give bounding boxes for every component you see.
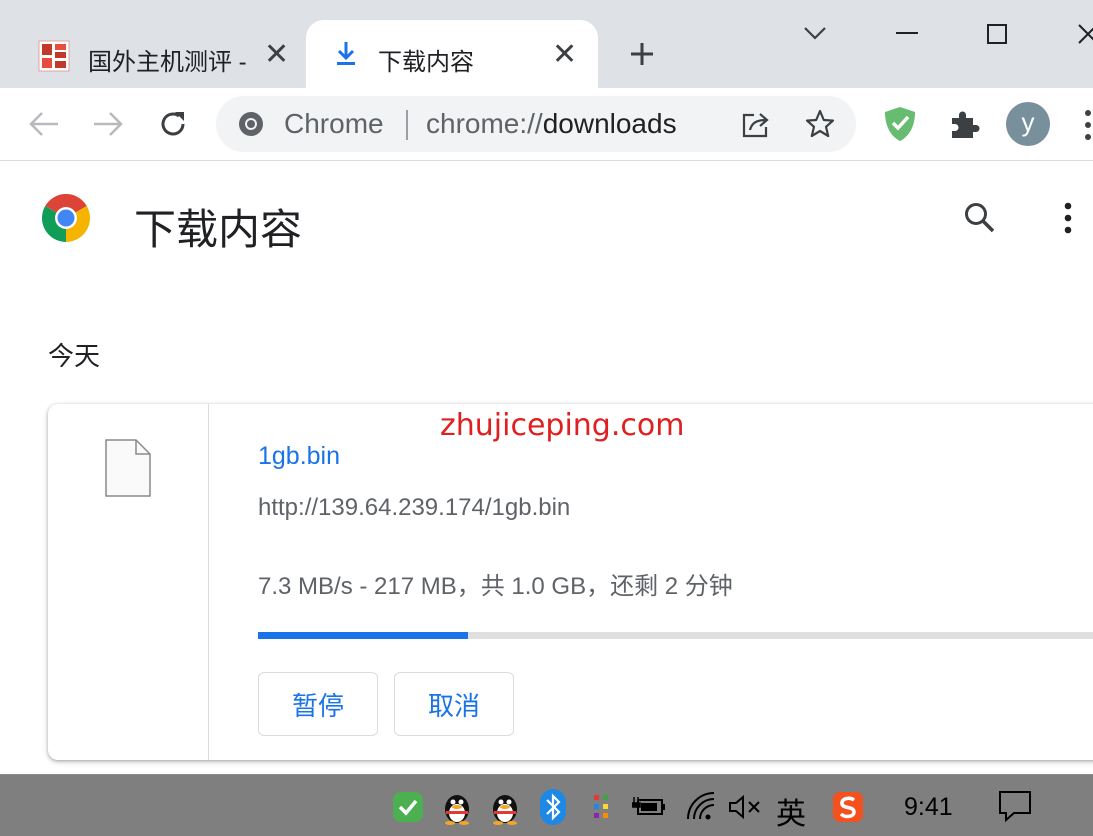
card-divider xyxy=(208,404,209,760)
system-taskbar: 英 9:41 xyxy=(0,774,1093,836)
bluetooth-tray-icon[interactable] xyxy=(540,789,566,825)
site-favicon-icon xyxy=(38,40,70,72)
search-downloads-icon[interactable] xyxy=(962,200,996,234)
tab-title: 下载内容 xyxy=(378,49,474,76)
tab-strip: 国外主机测评 - ✕ 下载内容 ✕ xyxy=(0,0,1093,88)
download-filename-link[interactable]: 1gb.bin xyxy=(258,442,340,471)
address-bar[interactable]: Chrome chrome://downloads xyxy=(216,96,856,152)
chrome-logo-icon xyxy=(238,111,264,137)
section-label-today: 今天 xyxy=(48,341,101,371)
wifi-tray-icon[interactable] xyxy=(684,791,718,823)
avatar-initial: y xyxy=(1021,106,1035,137)
share-icon[interactable] xyxy=(740,110,772,140)
ime-language-indicator[interactable]: 英 xyxy=(776,789,806,833)
back-arrow-icon[interactable] xyxy=(28,110,60,138)
download-item-card: 1gb.bin http://139.64.239.174/1gb.bin 7.… xyxy=(48,404,1093,760)
site-label: Chrome xyxy=(284,108,384,139)
file-icon xyxy=(104,438,152,498)
browser-menu-icon[interactable] xyxy=(1084,108,1092,142)
pause-button[interactable]: 暂停 xyxy=(258,672,378,736)
battery-charging-tray-icon[interactable] xyxy=(631,793,668,821)
bookmark-star-icon[interactable] xyxy=(804,108,836,140)
notification-center-icon[interactable] xyxy=(998,789,1032,823)
chrome-logo-icon xyxy=(41,193,91,242)
watermark-text: zhujiceping.com xyxy=(440,408,685,443)
browser-toolbar: Chrome chrome://downloads y xyxy=(0,88,1093,161)
page-title: 下载内容 xyxy=(134,206,303,253)
profile-avatar[interactable]: y xyxy=(1006,102,1050,146)
qq-penguin-tray-icon[interactable] xyxy=(440,789,474,825)
download-source-url[interactable]: http://139.64.239.174/1gb.bin xyxy=(258,494,570,522)
tab-downloads[interactable]: 下载内容 ✕ xyxy=(306,20,598,88)
cancel-button[interactable]: 取消 xyxy=(394,672,514,736)
download-progress-bar xyxy=(258,632,1093,639)
tab-close-icon[interactable]: ✕ xyxy=(264,40,289,70)
close-window-icon[interactable] xyxy=(1076,22,1093,46)
url-text[interactable]: chrome://downloads xyxy=(426,108,677,140)
download-progress-fill xyxy=(258,632,468,639)
tab-search-chevron-down-icon[interactable] xyxy=(802,24,828,42)
url-path: downloads xyxy=(542,108,677,139)
clock-time[interactable]: 9:41 xyxy=(904,793,953,822)
adguard-shield-icon[interactable] xyxy=(884,106,916,142)
url-prefix: chrome:// xyxy=(426,108,543,139)
download-status-text: 7.3 MB/s - 217 MB，共 1.0 GB，还剩 2 分钟 xyxy=(258,573,733,600)
downloads-page: 下载内容 今天 1gb.bin http://139.64.239.174/1g… xyxy=(0,162,1093,774)
colorful-dots-tray-icon[interactable] xyxy=(592,793,612,821)
tab-guowai-zhuji[interactable]: 国外主机测评 - ✕ xyxy=(20,20,302,88)
maximize-window-icon[interactable] xyxy=(987,24,1007,44)
forward-arrow-icon[interactable] xyxy=(92,110,124,138)
security-check-tray-icon[interactable] xyxy=(392,791,424,823)
sogou-input-tray-icon[interactable] xyxy=(832,791,864,823)
tab-title: 国外主机测评 - xyxy=(88,49,247,76)
qq-penguin-tray-icon[interactable] xyxy=(488,789,522,825)
download-icon xyxy=(334,40,358,68)
omnibox-divider xyxy=(406,110,408,140)
tab-close-icon[interactable]: ✕ xyxy=(552,40,577,70)
new-tab-icon[interactable] xyxy=(628,40,656,68)
more-options-icon[interactable] xyxy=(1064,202,1072,234)
extensions-puzzle-icon[interactable] xyxy=(948,108,980,140)
volume-muted-tray-icon[interactable] xyxy=(728,793,762,821)
minimize-window-icon[interactable] xyxy=(896,32,918,34)
reload-icon[interactable] xyxy=(158,109,188,139)
